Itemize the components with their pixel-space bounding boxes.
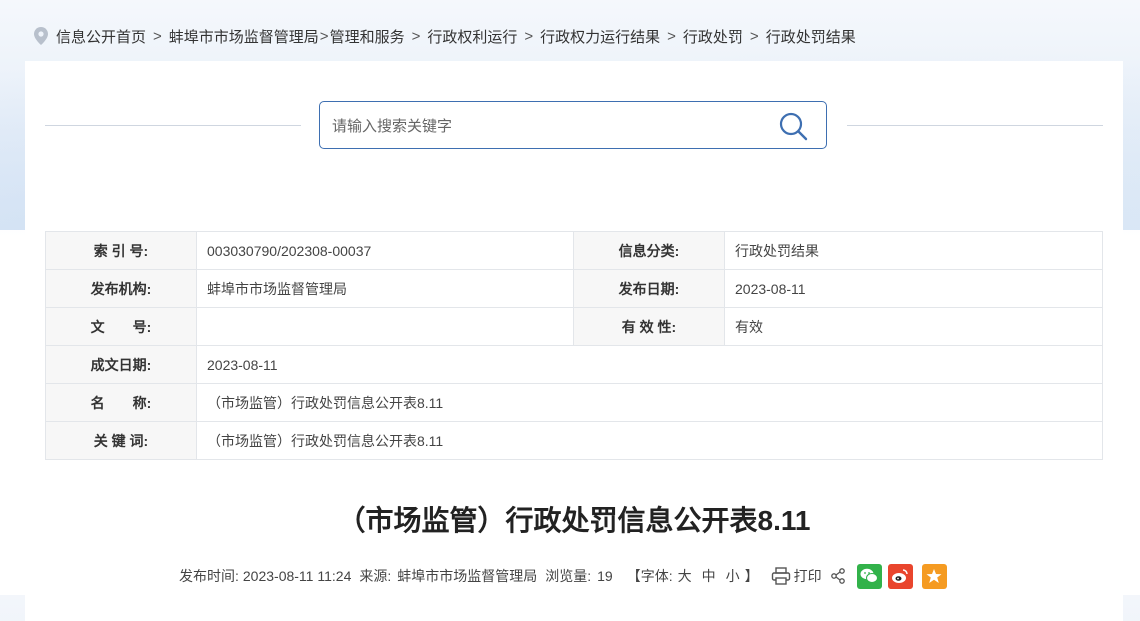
created-date-label: 成文日期: (45, 345, 197, 384)
publish-date-label: 发布日期: (573, 269, 725, 308)
breadcrumb-penalty[interactable]: 行政处罚 (683, 26, 743, 47)
share-weibo-button[interactable] (887, 563, 913, 589)
favorite-button[interactable] (921, 563, 947, 589)
breadcrumb-management[interactable]: 管理和服务 (330, 26, 405, 47)
table-row: 文 号: 有 效 性: 有效 (45, 307, 1103, 346)
views-label: 浏览量: (545, 568, 592, 584)
article-title: （市场监管）行政处罚信息公开表8.11 (337, 505, 811, 536)
breadcrumb-penalty-result[interactable]: 行政处罚结果 (766, 26, 856, 47)
content-panel: 索 引 号: 003030790/202308-00037 信息分类: 行政处罚… (25, 61, 1123, 621)
source-label: 来源: (359, 568, 392, 584)
breadcrumb-power-result[interactable]: 行政权力运行结果 (540, 26, 660, 47)
publish-time-value: 2023-08-11 11:24 (242, 568, 352, 584)
font-size-medium-button[interactable]: 中 (702, 566, 716, 586)
favorite-star-icon (926, 569, 942, 583)
font-size-large-button[interactable]: 大 (678, 566, 692, 586)
location-pin-icon (34, 27, 48, 45)
document-number-label: 文 号: (45, 307, 197, 346)
index-number-label: 索 引 号: (45, 231, 197, 270)
printer-icon (771, 567, 790, 585)
breadcrumb-separator: > (153, 27, 162, 45)
breadcrumb-separator: > (319, 27, 329, 45)
keyword-label: 关 键 词: (45, 421, 197, 460)
wechat-icon (860, 568, 879, 583)
publish-time-label: 发布时间: (179, 568, 239, 584)
breadcrumb-home[interactable]: 信息公开首页 (56, 26, 146, 47)
search-box (319, 101, 827, 150)
table-row: 关 键 词: （市场监管）行政处罚信息公开表8.11 (45, 421, 1103, 460)
table-row: 成文日期: 2023-08-11 (45, 345, 1103, 384)
search-icon[interactable] (778, 111, 808, 141)
share-wechat-button[interactable] (856, 563, 882, 589)
breadcrumb-separator: > (749, 27, 759, 45)
table-row: 名 称: （市场监管）行政处罚信息公开表8.11 (45, 383, 1103, 422)
search-divider-right (847, 125, 1103, 126)
publish-date-value: 2023-08-11 (724, 269, 1103, 308)
category-value: 行政处罚结果 (724, 231, 1103, 270)
share-icon (830, 568, 845, 584)
font-size-bracket: 】 (744, 568, 759, 584)
breadcrumb-agency[interactable]: 蚌埠市市场监督管理局 (169, 26, 319, 47)
table-row: 索 引 号: 003030790/202308-00037 信息分类: 行政处罚… (45, 231, 1103, 270)
breadcrumb-separator: > (524, 27, 534, 45)
validity-label: 有 效 性: (573, 307, 725, 346)
breadcrumb-separator: > (411, 27, 421, 45)
breadcrumb: 信息公开首页 > 蚌埠市市场监督管理局 > 管理和服务 > 行政权利运行 > 行… (34, 24, 856, 48)
publisher-label: 发布机构: (45, 269, 197, 308)
source-value: 蚌埠市市场监督管理局 (397, 568, 538, 584)
weibo-icon (892, 569, 908, 583)
search-input[interactable] (330, 102, 754, 150)
publisher-value: 蚌埠市市场监督管理局 (196, 269, 574, 308)
document-number-value (196, 307, 574, 346)
validity-value: 有效 (724, 307, 1103, 346)
views-count: 19 (597, 568, 613, 584)
metadata-table: 索 引 号: 003030790/202308-00037 信息分类: 行政处罚… (45, 231, 1103, 460)
font-size-label: 【字体: (626, 568, 673, 584)
name-value: （市场监管）行政处罚信息公开表8.11 (196, 383, 1103, 422)
print-button[interactable]: 打印 (771, 566, 822, 586)
breadcrumb-power-operation[interactable]: 行政权利运行 (427, 26, 517, 47)
search-divider-left (45, 125, 301, 126)
keyword-value: （市场监管）行政处罚信息公开表8.11 (196, 421, 1103, 460)
category-label: 信息分类: (573, 231, 725, 270)
article-info-bar: 发布时间: 2023-08-11 11:24 来源: 蚌埠市市场监督管理局 浏览… (179, 563, 947, 589)
name-label: 名 称: (45, 383, 197, 422)
index-number-value: 003030790/202308-00037 (196, 231, 574, 270)
font-size-small-button[interactable]: 小 (726, 566, 740, 586)
breadcrumb-separator: > (667, 27, 676, 45)
table-row: 发布机构: 蚌埠市市场监督管理局 发布日期: 2023-08-11 (45, 269, 1103, 308)
print-label: 打印 (793, 568, 822, 584)
created-date-value: 2023-08-11 (196, 345, 1103, 384)
